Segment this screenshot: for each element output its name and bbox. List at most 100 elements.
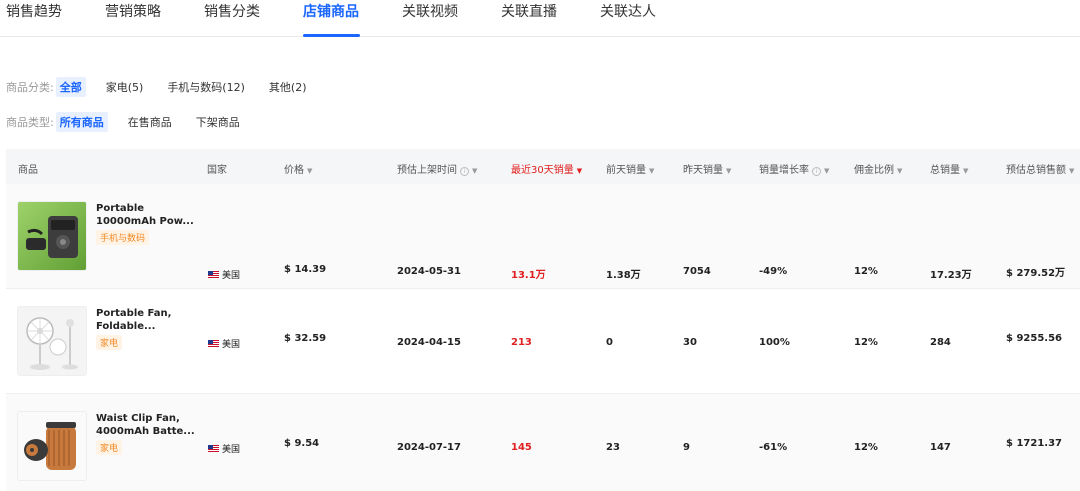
sort-icon: ▼ [897, 167, 903, 175]
col-header-product: 商品 [18, 161, 38, 176]
category-filter-label: 商品分类: [6, 81, 54, 94]
chip-type-delisted[interactable]: 下架商品 [192, 112, 244, 132]
product-name[interactable]: Portable Fan, Foldable... [96, 307, 196, 333]
growth-cell: 100% [759, 337, 790, 348]
col-header-commission[interactable]: 佣金比例 ▼ [854, 161, 902, 176]
info-icon[interactable]: i [460, 167, 469, 176]
tab-sales-category[interactable]: 销售分类 [204, 1, 260, 37]
growth-cell: -61% [759, 442, 788, 453]
sales-yesterday-cell: 7054 [683, 266, 711, 277]
col-header-label: 国家 [207, 165, 227, 176]
price-cell: $ 9.54 [284, 438, 320, 449]
col-header-label: 总销量 [930, 165, 960, 176]
tab-label: 销售分类 [204, 4, 260, 20]
category-tag: 家电 [96, 335, 123, 350]
list-date-cell: 2024-05-31 [397, 266, 461, 277]
tab-label: 关联视频 [402, 4, 458, 20]
tab-label: 关联达人 [600, 4, 656, 20]
col-header-label: 商品 [18, 165, 38, 176]
product-thumbnail[interactable] [17, 306, 87, 376]
country-label: 美国 [222, 445, 241, 455]
us-flag-icon [208, 271, 219, 278]
tab-related-creators[interactable]: 关联达人 [600, 1, 656, 37]
col-header-growth[interactable]: 销量增长率 i ▼ [759, 161, 829, 176]
list-date-cell: 2024-04-15 [397, 337, 461, 348]
foldable-fan-image [18, 307, 86, 375]
sales-30d-cell: 13.1万 [511, 270, 546, 281]
chip-category-appliances[interactable]: 家电(5) [102, 77, 148, 97]
col-header-sales-30d[interactable]: 最近30天销量 ▼ [511, 161, 582, 176]
chip-category-other[interactable]: 其他(2) [265, 77, 311, 97]
sort-desc-icon: ▼ [576, 167, 583, 175]
total-sales-cell: 284 [930, 337, 951, 348]
sort-icon: ▼ [649, 167, 655, 175]
sort-icon: ▼ [307, 167, 313, 175]
table-row[interactable]: Portable 10000mAh Pow... 手机与数码 美国 $ 14.3… [6, 184, 1080, 289]
total-sales-cell: 17.23万 [930, 270, 972, 281]
col-header-total-sales[interactable]: 总销量 ▼ [930, 161, 968, 176]
us-flag-icon [208, 340, 219, 347]
category-tag: 家电 [96, 440, 123, 455]
col-header-price[interactable]: 价格 ▼ [284, 161, 312, 176]
sort-icon: ▼ [472, 167, 478, 175]
us-flag-icon [208, 445, 219, 452]
chip-type-all[interactable]: 所有商品 [55, 112, 108, 132]
col-header-label: 预估总销售额 [1006, 165, 1066, 176]
products-table: 商品 国家 价格 ▼ 预估上架时间 i ▼ 最近30天销量 ▼ 前天销量 ▼ 昨天销量 ▼ … [6, 149, 1080, 491]
country-cell: 美国 [208, 442, 240, 455]
product-name-line: Portable Fan, [96, 308, 172, 319]
tab-label: 营销策略 [105, 4, 161, 20]
tab-related-live[interactable]: 关联直播 [501, 1, 557, 37]
sales-30d-cell: 213 [511, 337, 532, 348]
chip-type-on-sale[interactable]: 在售商品 [124, 112, 176, 132]
product-thumbnail[interactable] [17, 411, 87, 481]
info-icon[interactable]: i [812, 167, 821, 176]
price-cell: $ 14.39 [284, 264, 327, 275]
col-header-label: 最近30天销量 [511, 165, 574, 176]
product-name[interactable]: Waist Clip Fan, 4000mAh Batte... [96, 412, 196, 438]
product-name-line: 4000mAh Batte... [96, 426, 195, 437]
country-label: 美国 [222, 271, 241, 281]
country-cell: 美国 [208, 337, 240, 350]
country-cell: 美国 [208, 268, 240, 281]
col-header-country: 国家 [207, 161, 227, 176]
tab-related-videos[interactable]: 关联视频 [402, 1, 458, 37]
col-header-sales-yesterday[interactable]: 昨天销量 ▼ [683, 161, 731, 176]
tab-store-products[interactable]: 店铺商品 [291, 1, 372, 37]
chip-category-phones-digital[interactable]: 手机与数码(12) [163, 77, 249, 97]
product-name-line: 10000mAh Pow... [96, 216, 194, 227]
country-label: 美国 [222, 340, 241, 350]
tab-label: 店铺商品 [303, 4, 359, 20]
active-tab-indicator [303, 34, 360, 37]
col-header-sales-day-before[interactable]: 前天销量 ▼ [606, 161, 654, 176]
total-sales-cell: 147 [930, 442, 951, 453]
tab-marketing-strategy[interactable]: 营销策略 [105, 1, 161, 37]
table-row[interactable]: Portable Fan, Foldable... 家电 美国 $ 32.59 … [6, 289, 1080, 394]
col-header-total-revenue[interactable]: 预估总销售额 ▼ [1006, 161, 1074, 176]
col-header-label: 预估上架时间 [397, 165, 457, 176]
tab-label: 关联直播 [501, 4, 557, 20]
col-header-label: 前天销量 [606, 165, 646, 176]
sales-day-before-cell: 1.38万 [606, 270, 641, 281]
chip-category-all[interactable]: 全部 [55, 77, 86, 97]
sort-icon: ▼ [726, 167, 732, 175]
category-tag: 手机与数码 [96, 230, 150, 245]
list-date-cell: 2024-07-17 [397, 442, 461, 453]
tab-sales-trend[interactable]: 销售趋势 [6, 1, 62, 37]
table-row[interactable]: Waist Clip Fan, 4000mAh Batte... 家电 美国 $… [6, 394, 1080, 491]
product-name-line: Waist Clip Fan, [96, 413, 180, 424]
power-station-image [18, 202, 86, 270]
total-revenue-cell: $ 9255.56 [1006, 333, 1062, 344]
sort-icon: ▼ [824, 167, 830, 175]
price-cell: $ 32.59 [284, 333, 327, 344]
total-revenue-cell: $ 1721.37 [1006, 438, 1062, 449]
table-body: Portable 10000mAh Pow... 手机与数码 美国 $ 14.3… [6, 184, 1080, 491]
type-filter: 商品类型: 所有商品 在售商品 下架商品 [6, 112, 260, 132]
tab-label: 销售趋势 [6, 4, 62, 20]
total-revenue-cell: $ 279.52万 [1006, 268, 1066, 279]
commission-cell: 12% [854, 442, 878, 453]
product-thumbnail[interactable] [17, 201, 87, 271]
tab-bar: 销售趋势 营销策略 销售分类 店铺商品 关联视频 关联直播 关联达人 [0, 0, 1080, 37]
product-name[interactable]: Portable 10000mAh Pow... [96, 202, 196, 228]
col-header-list-date[interactable]: 预估上架时间 i ▼ [397, 161, 477, 176]
